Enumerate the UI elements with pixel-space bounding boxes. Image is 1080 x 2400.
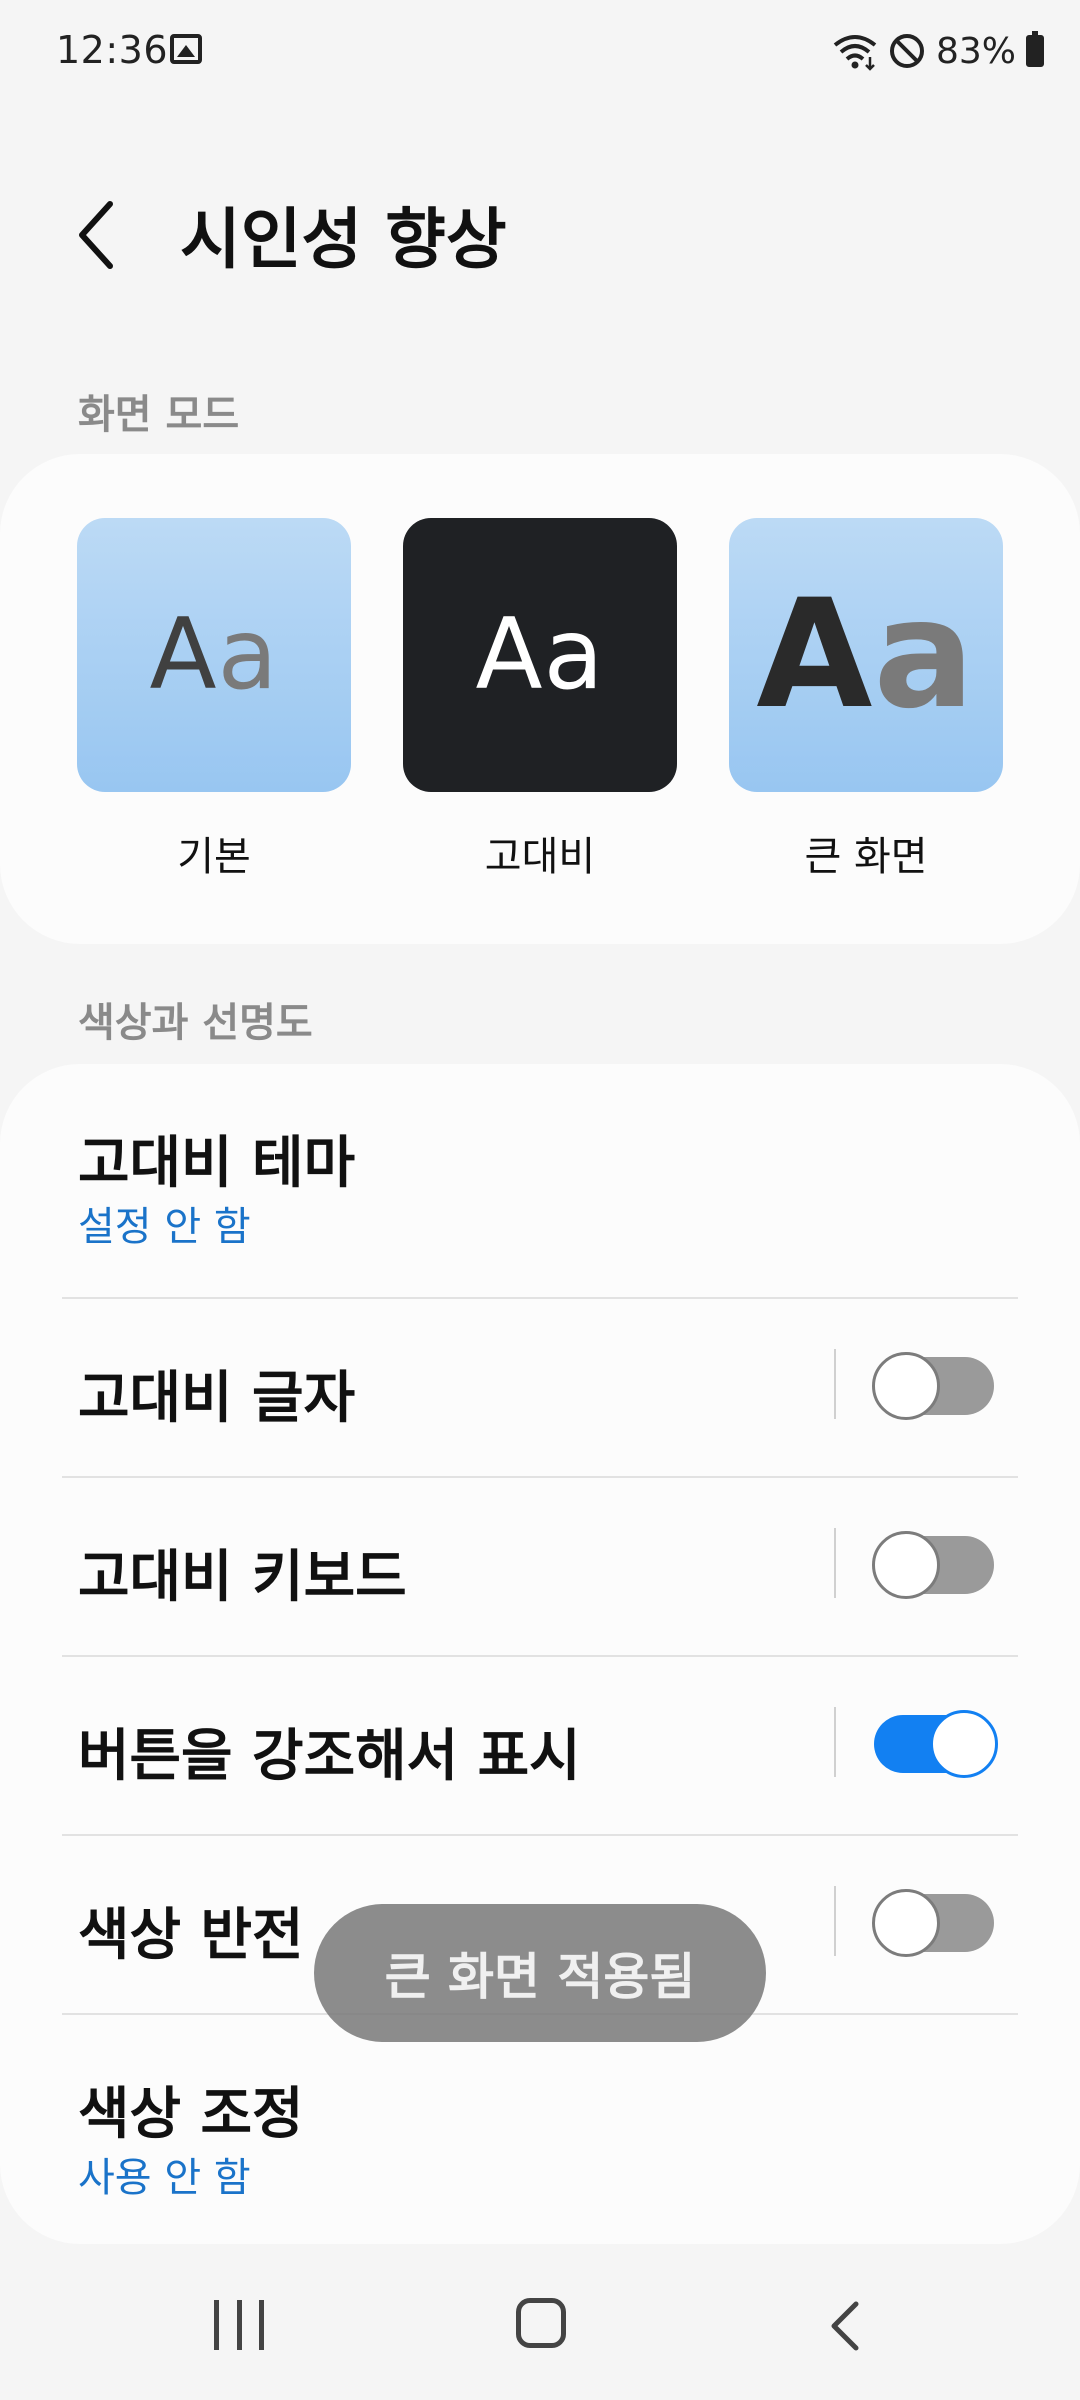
toggle-switch[interactable] bbox=[872, 1889, 994, 1957]
toggle-knob bbox=[872, 1889, 940, 1957]
home-icon[interactable] bbox=[516, 2298, 566, 2348]
recents-icon[interactable] bbox=[214, 2300, 264, 2350]
mode-label-high-contrast: 고대비 bbox=[484, 834, 596, 880]
item-subtitle: 설정 안 함 bbox=[78, 1204, 251, 1250]
item-title: 버튼을 강조해서 표시 bbox=[78, 1724, 581, 1789]
section-label-color-clarity: 색상과 선명도 bbox=[78, 1000, 313, 1046]
item-title: 색상 조정 bbox=[78, 2082, 304, 2147]
battery-percent: 83% bbox=[935, 30, 1016, 72]
list-item-color-adjustment[interactable]: 색상 조정 사용 안 함 bbox=[0, 2015, 1080, 2243]
toast-message: 큰 화면 적용됨 bbox=[314, 1904, 766, 2042]
mode-label-large-display: 큰 화면 bbox=[804, 834, 928, 880]
item-title: 색상 반전 bbox=[78, 1903, 304, 1968]
item-title: 고대비 글자 bbox=[78, 1366, 356, 1431]
status-time: 12:36 bbox=[56, 28, 169, 72]
section-label-screen-mode: 화면 모드 bbox=[78, 392, 240, 438]
tile-sample-text: Aa bbox=[149, 598, 279, 712]
toggle-knob bbox=[872, 1352, 940, 1420]
list-item-high-contrast-keyboard[interactable]: 고대비 키보드 bbox=[0, 1478, 1080, 1656]
status-icons: 83% bbox=[832, 26, 1044, 76]
toggle-switch[interactable] bbox=[872, 1531, 994, 1599]
mode-tile-high-contrast[interactable]: Aa bbox=[403, 518, 677, 792]
wifi-icon bbox=[833, 35, 877, 71]
tile-sample-text: Aa bbox=[475, 598, 605, 712]
mode-label-default: 기본 bbox=[177, 834, 251, 880]
back-button[interactable] bbox=[66, 190, 126, 280]
list-item-high-contrast-theme[interactable]: 고대비 테마 설정 안 함 bbox=[0, 1064, 1080, 1300]
battery-icon bbox=[1026, 31, 1044, 67]
vertical-separator bbox=[834, 1528, 836, 1598]
item-title: 고대비 키보드 bbox=[78, 1545, 407, 1610]
toggle-switch[interactable] bbox=[872, 1352, 994, 1420]
chevron-left-icon bbox=[79, 201, 113, 269]
tile-sample-text: Aa bbox=[756, 568, 976, 742]
page-title: 시인성 향상 bbox=[180, 201, 507, 278]
mode-tile-default[interactable]: Aa bbox=[77, 518, 351, 792]
gallery-icon bbox=[170, 34, 202, 64]
toggle-knob bbox=[872, 1531, 940, 1599]
list-item-high-contrast-fonts[interactable]: 고대비 글자 bbox=[0, 1299, 1080, 1477]
navigation-bar bbox=[0, 2240, 1080, 2400]
mode-tile-large-display[interactable]: Aa bbox=[729, 518, 1003, 792]
item-title: 고대비 테마 bbox=[78, 1131, 356, 1196]
vertical-separator bbox=[834, 1349, 836, 1419]
back-icon[interactable] bbox=[826, 2296, 866, 2356]
toggle-switch[interactable] bbox=[874, 1710, 998, 1778]
item-subtitle: 사용 안 함 bbox=[78, 2155, 251, 2201]
list-item-highlight-buttons[interactable]: 버튼을 강조해서 표시 bbox=[0, 1657, 1080, 1835]
vertical-separator bbox=[834, 1707, 836, 1777]
toggle-knob bbox=[930, 1710, 998, 1778]
status-bar: 12:36 83% bbox=[0, 0, 1080, 100]
vertical-separator bbox=[834, 1886, 836, 1956]
do-not-disturb-icon bbox=[889, 34, 924, 68]
